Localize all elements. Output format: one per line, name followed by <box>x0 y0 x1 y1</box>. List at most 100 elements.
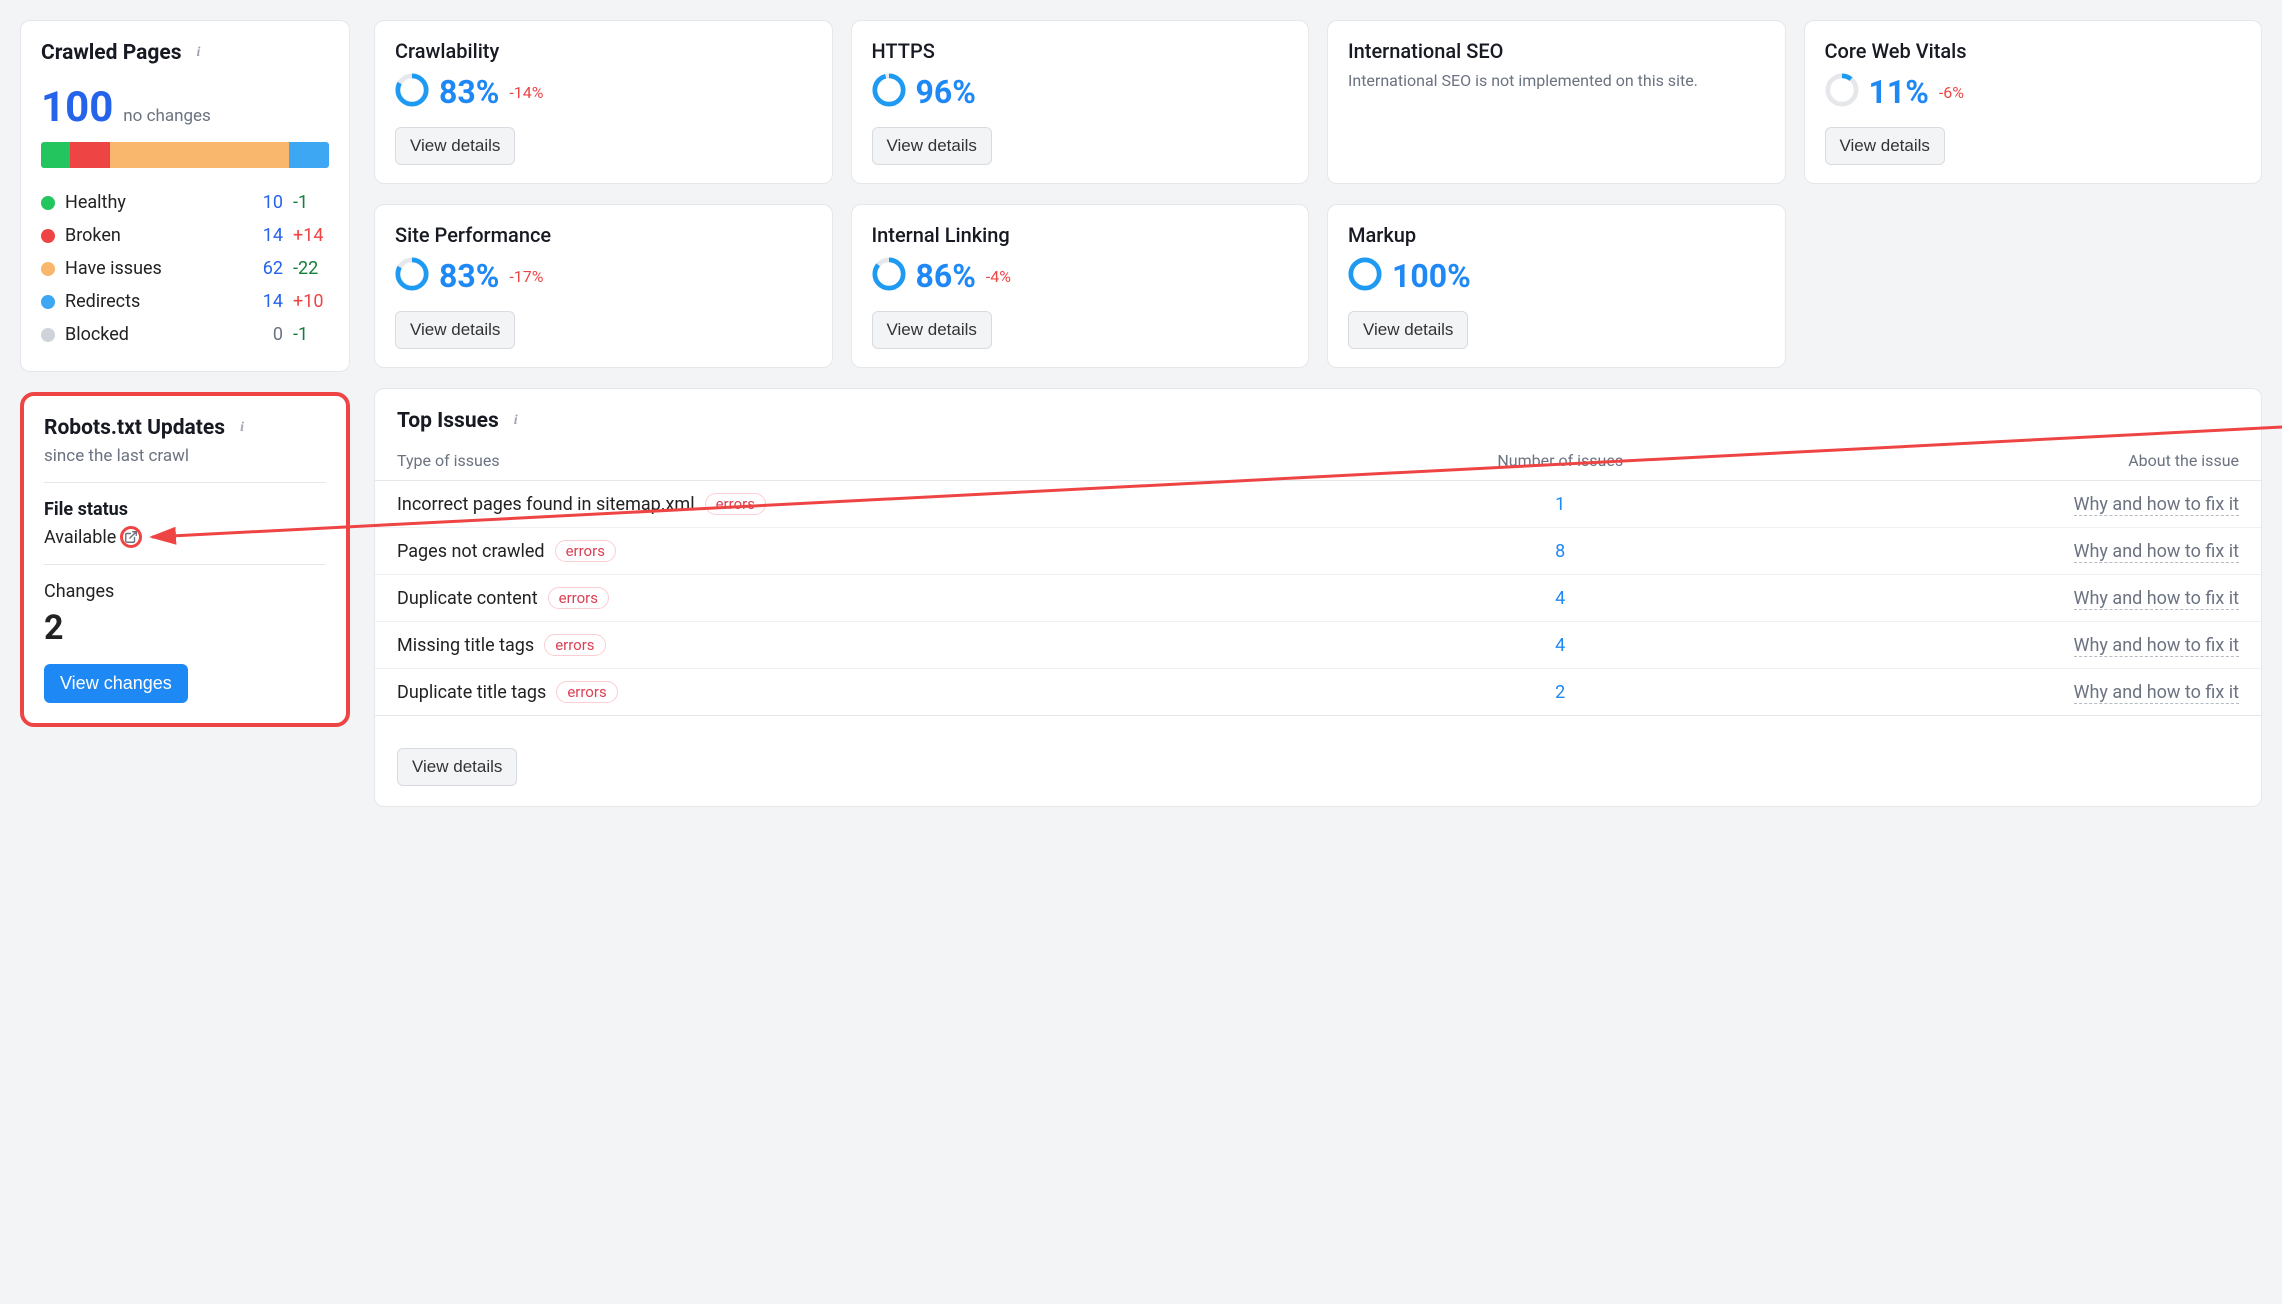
crawled-pages-card: Crawled Pages i 100 no changes Healthy10… <box>20 20 350 372</box>
issue-count[interactable]: 2 <box>1555 682 1565 703</box>
top-issues-title: Top Issues <box>397 409 499 433</box>
legend-label: Broken <box>65 225 121 246</box>
view-details-button[interactable]: View details <box>397 748 517 786</box>
view-details-button[interactable]: View details <box>395 127 515 165</box>
issue-count[interactable]: 8 <box>1555 541 1565 562</box>
bar-segment[interactable] <box>70 142 110 168</box>
legend-count: 14 <box>253 291 283 312</box>
table-row: Pages not crawled errors 8 Why and how to f… <box>375 528 2261 575</box>
view-details-button[interactable]: View details <box>872 311 992 349</box>
metric-card: Site Performance 83% -17% View details <box>374 204 833 368</box>
metric-card: Crawlability83%-14%View details <box>374 20 833 184</box>
metric-title: Internal Linking <box>872 223 1289 247</box>
fix-link[interactable]: Why and how to fix it <box>2074 635 2239 657</box>
donut-icon <box>1348 257 1382 295</box>
view-details-button[interactable]: View details <box>872 127 992 165</box>
legend-row[interactable]: Broken14+14 <box>41 219 329 252</box>
changes-value: 2 <box>44 608 326 648</box>
table-row: Duplicate title tags errors 2 Why and how t… <box>375 669 2261 716</box>
info-icon[interactable]: i <box>233 419 251 437</box>
external-link-icon[interactable] <box>120 526 142 548</box>
bar-segment[interactable] <box>41 142 70 168</box>
crawled-pages-title: Crawled Pages <box>41 41 181 65</box>
metric-value: 86% <box>916 257 976 295</box>
donut-icon <box>395 257 429 295</box>
info-icon[interactable]: i <box>189 44 207 62</box>
fix-link[interactable]: Why and how to fix it <box>2074 541 2239 563</box>
legend-count: 62 <box>253 258 283 279</box>
robots-subtitle: since the last crawl <box>44 446 326 466</box>
metric-card: Internal Linking 86% -4% View details <box>851 204 1310 368</box>
view-details-button[interactable]: View details <box>1348 311 1468 349</box>
legend-delta: -22 <box>293 258 329 279</box>
metric-value: 83% <box>439 257 499 295</box>
metric-title: Core Web Vitals <box>1825 39 2242 63</box>
info-icon[interactable]: i <box>507 412 525 430</box>
legend-dot-icon <box>41 262 55 276</box>
legend-label: Have issues <box>65 258 162 279</box>
errors-pill: errors <box>705 493 766 515</box>
legend-delta: +14 <box>293 225 329 246</box>
donut-icon <box>872 73 906 111</box>
issue-count[interactable]: 4 <box>1555 588 1565 609</box>
metric-value: 96% <box>916 73 976 111</box>
errors-pill: errors <box>548 587 609 609</box>
donut-icon <box>395 73 429 111</box>
metric-title: Site Performance <box>395 223 812 247</box>
bar-segment[interactable] <box>110 142 289 168</box>
issues-table: Type of issues Number of issues About th… <box>375 443 2261 716</box>
robots-card: Robots.txt Updates i since the last craw… <box>20 392 350 727</box>
legend-delta: -1 <box>293 324 329 345</box>
legend-row[interactable]: Blocked 0 -1 <box>41 318 329 351</box>
metric-value: 11% <box>1869 73 1929 111</box>
legend-dot-icon <box>41 196 55 210</box>
view-changes-button[interactable]: View changes <box>44 664 188 703</box>
metric-title: Crawlability <box>395 39 812 63</box>
metric-card: Core Web Vitals11%-6%View details <box>1804 20 2263 184</box>
donut-icon <box>1825 73 1859 111</box>
legend-row[interactable]: Healthy 10 -1 <box>41 186 329 219</box>
fix-link[interactable]: Why and how to fix it <box>2074 588 2239 610</box>
legend-count: 10 <box>253 192 283 213</box>
view-details-button[interactable]: View details <box>1825 127 1945 165</box>
metric-title: HTTPS <box>872 39 1289 63</box>
metrics-row-2: Site Performance83%-17%View detailsInter… <box>374 204 2262 368</box>
metric-value: 83% <box>439 73 499 111</box>
legend-count: 0 <box>253 324 283 345</box>
fix-link[interactable]: Why and how to fix it <box>2074 682 2239 704</box>
errors-pill: errors <box>556 681 617 703</box>
file-status-value: Available <box>44 527 116 548</box>
metric-title: International SEO <box>1348 39 1765 63</box>
issue-count[interactable]: 4 <box>1555 635 1565 656</box>
issue-name[interactable]: Missing title tags <box>397 635 534 656</box>
legend-row[interactable]: Have issues 62 -22 <box>41 252 329 285</box>
crawled-legend: Healthy10-1Broken14+14Have issues62-22Re… <box>41 186 329 351</box>
robots-title: Robots.txt Updates <box>44 416 225 440</box>
legend-delta: -1 <box>293 192 329 213</box>
metric-delta: -4% <box>986 267 1011 286</box>
errors-pill: errors <box>544 634 605 656</box>
table-row: Duplicate content errors 4 Why and how to f… <box>375 575 2261 622</box>
legend-dot-icon <box>41 295 55 309</box>
col-about: About the issue <box>1762 443 2261 481</box>
issue-name[interactable]: Incorrect pages found in sitemap.xml <box>397 494 695 515</box>
metric-desc: International SEO is not implemented on … <box>1348 71 1765 92</box>
crawled-total[interactable]: 100 <box>41 83 113 132</box>
metric-value: 100% <box>1392 257 1471 295</box>
legend-label: Blocked <box>65 324 129 345</box>
bar-segment[interactable] <box>289 142 329 168</box>
view-details-button[interactable]: View details <box>395 311 515 349</box>
metric-card: International SEO International SEO is no… <box>1327 20 1786 184</box>
legend-row[interactable]: Redirects14+10 <box>41 285 329 318</box>
issue-name[interactable]: Duplicate content <box>397 588 538 609</box>
top-issues-card: Top Issues i Type of issues Number of is… <box>374 388 2262 807</box>
issue-name[interactable]: Pages not crawled <box>397 541 545 562</box>
fix-link[interactable]: Why and how to fix it <box>2074 494 2239 516</box>
errors-pill: errors <box>555 540 616 562</box>
issue-count[interactable]: 1 <box>1555 494 1565 515</box>
issue-name[interactable]: Duplicate title tags <box>397 682 546 703</box>
col-count: Number of issues <box>1358 443 1762 481</box>
metric-card: HTTPS 96% View details <box>851 20 1310 184</box>
legend-label: Healthy <box>65 192 126 213</box>
metric-delta: -17% <box>509 267 543 286</box>
